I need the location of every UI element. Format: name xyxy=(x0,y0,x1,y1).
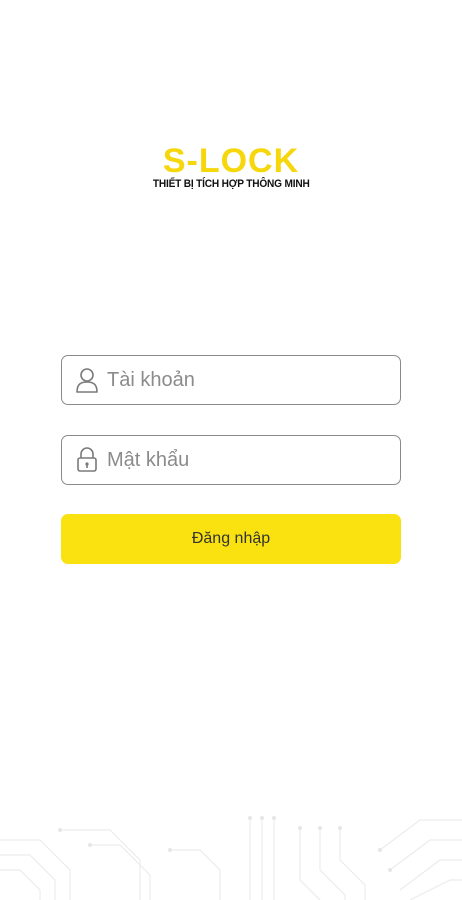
brand-logo: S-LOCK THIẾT BỊ TÍCH HỢP THÔNG MINH xyxy=(0,140,462,190)
username-input[interactable] xyxy=(107,368,377,392)
circuit-pattern-background xyxy=(0,816,462,900)
brand-name: S-LOCK xyxy=(163,142,299,180)
lock-icon xyxy=(73,446,101,474)
username-field[interactable] xyxy=(61,355,401,405)
user-icon xyxy=(73,366,101,394)
s-lock-logo-icon: S-LOCK xyxy=(163,142,299,180)
password-field[interactable] xyxy=(61,435,401,485)
brand-tagline: THIẾT BỊ TÍCH HỢP THÔNG MINH xyxy=(152,178,310,190)
password-input[interactable] xyxy=(107,448,377,472)
login-button[interactable]: Đăng nhập xyxy=(61,514,401,564)
